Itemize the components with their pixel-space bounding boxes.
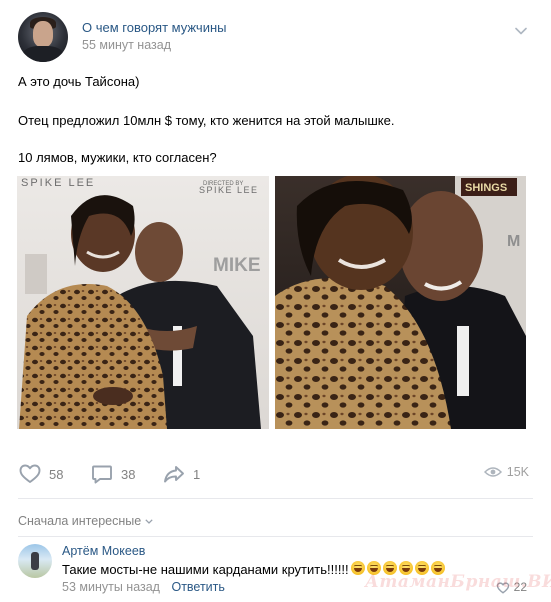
divider (18, 498, 533, 499)
post-photo-2[interactable]: SHINGS M (275, 176, 526, 429)
comment-body: Такие мосты-не нашими карданами крутить!… (62, 562, 349, 577)
comment-icon (90, 462, 114, 486)
share-icon (162, 462, 186, 486)
comment-meta: 53 минуты назад Ответить (62, 580, 225, 594)
avatar-figure (31, 552, 39, 570)
chevron-down-icon[interactable] (515, 22, 527, 35)
chevron-down-icon (145, 518, 153, 524)
views-counter: 15K (483, 465, 529, 479)
photo-backdrop-sign: SHINGS (465, 182, 507, 194)
post-photo-1[interactable]: SPIKE LEE DIRECTED BY SPIKE LEE MIKE (17, 176, 269, 429)
reply-link[interactable]: Ответить (171, 580, 224, 594)
eye-icon (483, 465, 502, 479)
photo-backdrop-text: SPIKE LEE (199, 185, 259, 195)
comment-item: Артём Мокеев Такие мосты-не нашими карда… (18, 544, 533, 602)
photo-backdrop-title: MIKE (213, 255, 261, 276)
post-card: О чем говорят мужчины 55 минут назад А э… (0, 0, 551, 602)
post-text-line: Отец предложил 10млн $ тому, кто женится… (18, 113, 395, 128)
comment-count: 38 (121, 466, 136, 482)
comment-text: Такие мосты-не нашими карданами крутить!… (62, 561, 445, 578)
group-avatar[interactable] (18, 12, 68, 62)
post-actions: 58 38 1 15K (18, 460, 533, 488)
heart-icon (18, 462, 42, 486)
laughing-emoji-icon (430, 561, 445, 575)
group-name-link[interactable]: О чем говорят мужчины (82, 20, 226, 35)
sort-label: Сначала интересные (18, 514, 142, 528)
comment-time[interactable]: 53 минуты назад (62, 580, 160, 594)
post-header: О чем говорят мужчины 55 минут назад (18, 12, 533, 62)
post-text-line: 10 лямов, мужики, кто согласен? (18, 150, 217, 165)
emoji-row (349, 561, 445, 578)
avatar-face (33, 21, 53, 47)
comment-like-button[interactable]: 22 (496, 580, 527, 594)
laughing-emoji-icon (382, 561, 397, 575)
avatar-suit (23, 46, 63, 62)
comments-sort-dropdown[interactable]: Сначала интересные (18, 514, 153, 528)
laughing-emoji-icon (350, 561, 365, 575)
post-text-line: А это дочь Тайсона) (18, 74, 140, 89)
laughing-emoji-icon (366, 561, 381, 575)
comment-author-link[interactable]: Артём Мокеев (62, 544, 145, 558)
comment-like-count: 22 (513, 580, 527, 594)
heart-icon (496, 581, 509, 594)
views-count: 15K (506, 465, 529, 479)
like-count: 58 (49, 466, 64, 482)
photo-backdrop-title: M (507, 233, 520, 250)
share-count: 1 (193, 466, 201, 482)
laughing-emoji-icon (398, 561, 413, 575)
comment-button[interactable]: 38 (90, 460, 135, 488)
post-time[interactable]: 55 минут назад (82, 38, 171, 52)
share-button[interactable]: 1 (162, 460, 200, 488)
commenter-avatar[interactable] (18, 544, 52, 578)
laughing-emoji-icon (414, 561, 429, 575)
like-button[interactable]: 58 (18, 460, 63, 488)
divider (18, 536, 533, 537)
photo-backdrop-text: SPIKE LEE (21, 177, 95, 189)
